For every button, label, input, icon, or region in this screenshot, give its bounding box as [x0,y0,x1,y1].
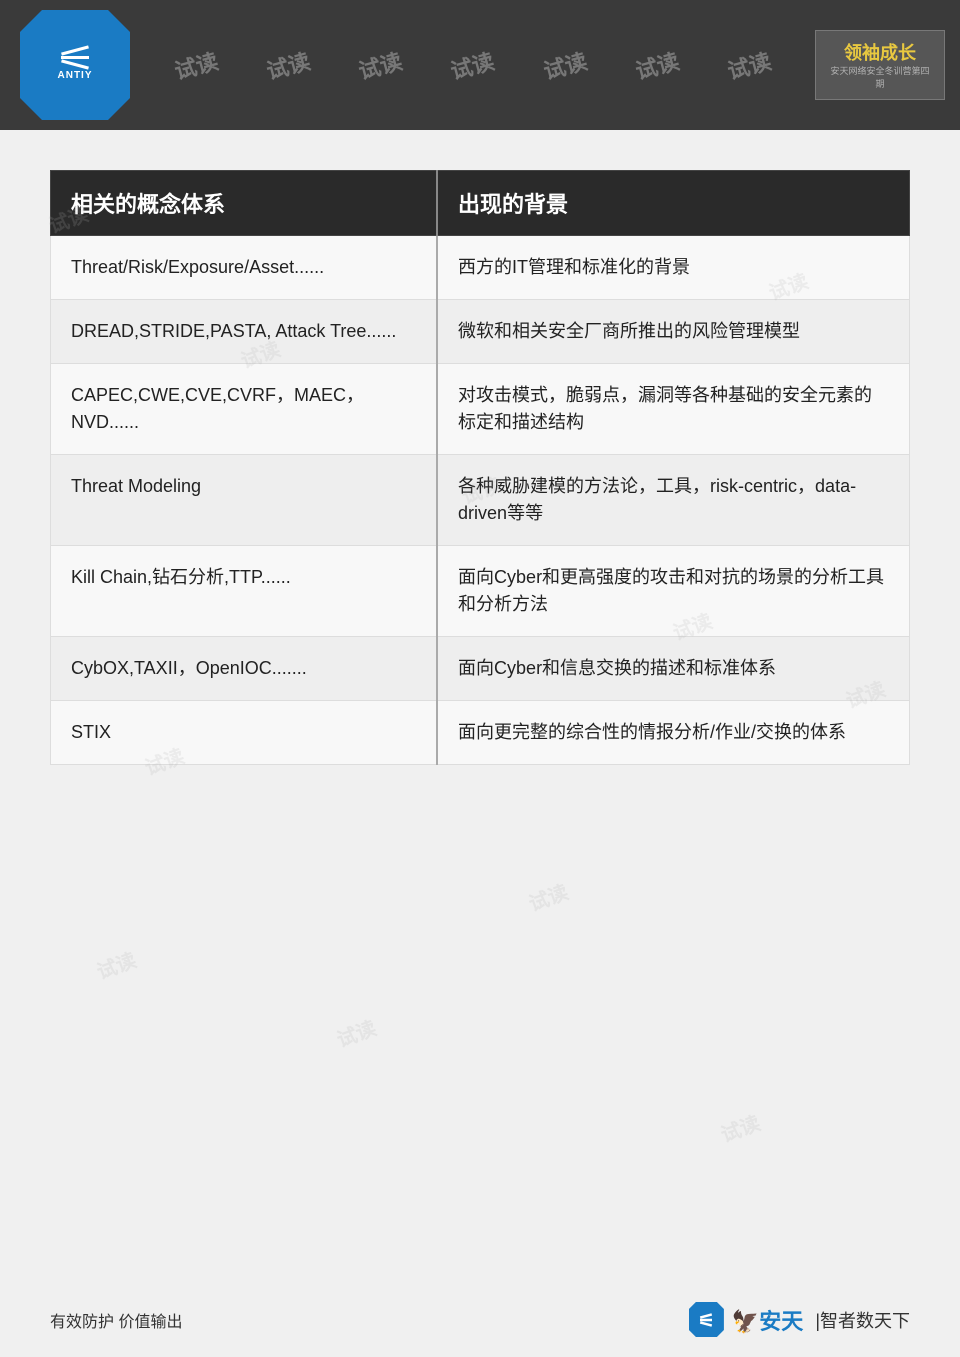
wm-6: 试读 [524,876,572,917]
row1-col2: 西方的IT管理和标准化的背景 [437,236,909,300]
logo-line-3 [61,59,89,69]
footer-slogan-right: |智者数天下 [815,1307,910,1333]
col2-header: 出现的背景 [437,171,909,236]
table-row: Threat/Risk/Exposure/Asset...... 西方的IT管理… [51,236,910,300]
main-content: 相关的概念体系 出现的背景 Threat/Risk/Exposure/Asset… [0,130,960,805]
footer-brand: 🦅安天 |智者数天下 [689,1302,910,1337]
row2-col1: DREAD,STRIDE,PASTA, Attack Tree...... [51,300,438,364]
row6-col2: 面向Cyber和信息交换的描述和标准体系 [437,637,909,701]
row5-col2: 面向Cyber和更高强度的攻击和对抗的场景的分析工具和分析方法 [437,546,909,637]
table-row: STIX 面向更完整的综合性的情报分析/作业/交换的体系 [51,701,910,765]
footer-slogan-left: 有效防护 价值输出 [50,1308,182,1332]
header-wm-3: 试读 [355,49,406,81]
row3-col2: 对攻击模式，脆弱点，漏洞等各种基础的安全元素的标定和描述结构 [437,364,909,455]
table-row-threat-modeling: Threat Modeling 各种威胁建模的方法论，工具，risk-centr… [51,455,910,546]
header-watermarks: 试读 试读 试读 试读 试读 试读 试读 [130,49,815,81]
header-wm-2: 试读 [263,49,314,81]
row3-col1: CAPEC,CWE,CVE,CVRF，MAEC，NVD...... [51,364,438,455]
row4-col1: Threat Modeling [51,455,438,546]
wm-7: 试读 [332,1012,380,1053]
header-wm-5: 试读 [539,49,590,81]
wm-8: 试读 [716,1107,764,1148]
header-wm-6: 试读 [631,49,682,81]
header-wm-1: 试读 [171,49,222,81]
table-row: CAPEC,CWE,CVE,CVRF，MAEC，NVD...... 对攻击模式，… [51,364,910,455]
company-logo: ANTIY [20,10,130,120]
row6-col1: CybOX,TAXII，OpenIOC....... [51,637,438,701]
logo-line-2 [61,56,89,59]
header-wm-4: 试读 [447,49,498,81]
row1-col1: Threat/Risk/Exposure/Asset...... [51,236,438,300]
row4-col2: 各种威胁建模的方法论，工具，risk-centric，data-driven等等 [437,455,909,546]
logo-text: ANTIY [58,70,93,81]
footer-logo-icon [689,1302,724,1337]
row5-col1: Kill Chain,钻石分析,TTP...... [51,546,438,637]
brand-subtitle: 安天网络安全冬训营第四期 [828,65,932,90]
table-row: Kill Chain,钻石分析,TTP...... 面向Cyber和更高强度的攻… [51,546,910,637]
row7-col2: 面向更完整的综合性的情报分析/作业/交换的体系 [437,701,909,765]
col1-header: 相关的概念体系 [51,171,438,236]
footer: 有效防护 价值输出 🦅安天 |智者数天下 [0,1302,960,1337]
wm-11: 试读 [92,944,140,985]
logo-line-1 [61,45,89,55]
row7-col1: STIX [51,701,438,765]
table-header-row: 相关的概念体系 出现的背景 [51,171,910,236]
brand-title: 领袖成长 [844,39,916,65]
row2-col2: 微软和相关安全厂商所推出的风险管理模型 [437,300,909,364]
header: ANTIY 试读 试读 试读 试读 试读 试读 试读 领袖成长 安天网络安全冬训… [0,0,960,130]
footer-logo-text: 🦅安天 [732,1304,803,1336]
header-brand: 领袖成长 安天网络安全冬训营第四期 [815,15,945,115]
table-row: DREAD,STRIDE,PASTA, Attack Tree...... 微软… [51,300,910,364]
header-wm-7: 试读 [724,49,775,81]
concepts-table: 相关的概念体系 出现的背景 Threat/Risk/Exposure/Asset… [50,170,910,765]
table-row: CybOX,TAXII，OpenIOC....... 面向Cyber和信息交换的… [51,637,910,701]
